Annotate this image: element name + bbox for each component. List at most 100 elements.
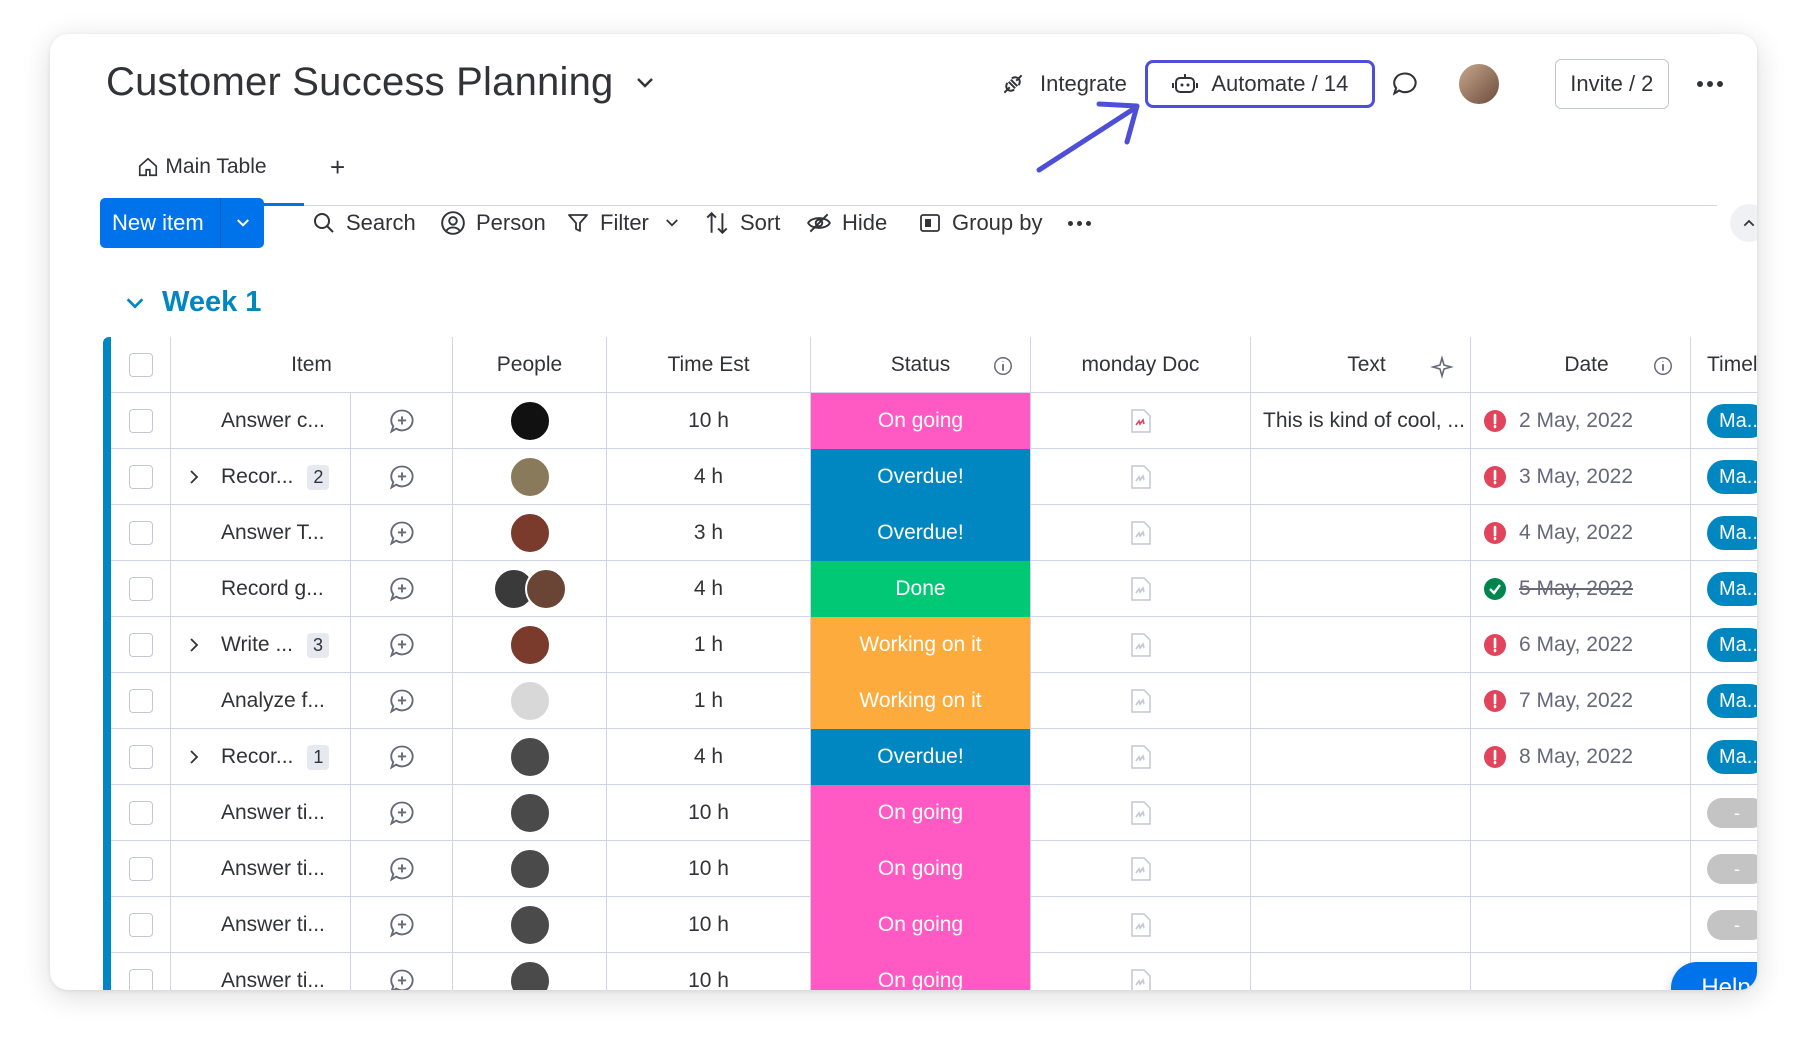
- column-header-item[interactable]: Item: [171, 337, 453, 393]
- text-cell[interactable]: [1251, 729, 1471, 785]
- filter-button[interactable]: Filter: [566, 198, 691, 248]
- date-cell[interactable]: 6 May, 2022: [1471, 617, 1691, 673]
- timeline-empty-pill[interactable]: -: [1707, 854, 1757, 884]
- table-row[interactable]: Record g... 4 h Done 5 May, 2022 Ma..: [111, 561, 1757, 617]
- column-header-time[interactable]: Time Est: [607, 337, 811, 393]
- doc-cell[interactable]: [1031, 561, 1251, 617]
- item-name-cell[interactable]: Write ... 3: [171, 617, 351, 673]
- text-cell[interactable]: [1251, 505, 1471, 561]
- timeline-cell[interactable]: Ma..: [1691, 449, 1757, 505]
- subitem-count-badge[interactable]: 3: [306, 632, 329, 658]
- row-checkbox[interactable]: [111, 841, 171, 897]
- column-header-status[interactable]: Status: [811, 337, 1031, 393]
- table-row[interactable]: Recor... 2 4 h Overdue! 3 May, 2022 Ma..: [111, 449, 1757, 505]
- chevron-down-icon[interactable]: [124, 292, 146, 314]
- timeline-pill[interactable]: Ma..: [1707, 404, 1757, 438]
- item-name-cell[interactable]: Answer ti...: [171, 897, 351, 953]
- invite-button[interactable]: Invite / 2: [1554, 59, 1669, 109]
- timeline-empty-pill[interactable]: -: [1707, 910, 1757, 940]
- new-item-button[interactable]: New item: [100, 198, 264, 248]
- timeline-cell[interactable]: Ma..: [1691, 673, 1757, 729]
- date-cell[interactable]: 3 May, 2022: [1471, 449, 1691, 505]
- item-name-cell[interactable]: Answer ti...: [171, 785, 351, 841]
- doc-cell[interactable]: [1031, 673, 1251, 729]
- status-cell[interactable]: Overdue!: [811, 729, 1031, 785]
- chevron-right-icon[interactable]: [185, 747, 203, 767]
- time-estimate-cell[interactable]: 10 h: [607, 953, 811, 990]
- people-cell[interactable]: [453, 897, 607, 953]
- date-cell[interactable]: 5 May, 2022: [1471, 561, 1691, 617]
- time-estimate-cell[interactable]: 4 h: [607, 729, 811, 785]
- date-cell[interactable]: 2 May, 2022: [1471, 393, 1691, 449]
- add-view-button[interactable]: +: [330, 152, 345, 183]
- item-name-cell[interactable]: Record g...: [171, 561, 351, 617]
- doc-cell[interactable]: [1031, 953, 1251, 990]
- timeline-cell[interactable]: Ma..: [1691, 617, 1757, 673]
- add-update-button[interactable]: [351, 953, 453, 990]
- status-cell[interactable]: On going: [811, 841, 1031, 897]
- time-estimate-cell[interactable]: 1 h: [607, 617, 811, 673]
- toolbar-more-icon[interactable]: [1068, 198, 1091, 248]
- timeline-cell[interactable]: -: [1691, 897, 1757, 953]
- subitem-count-badge[interactable]: 2: [307, 464, 330, 490]
- table-row[interactable]: Write ... 3 1 h Working on it 6 May, 2022…: [111, 617, 1757, 673]
- date-cell[interactable]: [1471, 841, 1691, 897]
- add-update-button[interactable]: [351, 841, 453, 897]
- item-name[interactable]: Answer ti...: [221, 857, 325, 881]
- status-cell[interactable]: Overdue!: [811, 505, 1031, 561]
- avatar[interactable]: [508, 848, 551, 890]
- doc-cell[interactable]: [1031, 617, 1251, 673]
- text-cell[interactable]: [1251, 561, 1471, 617]
- status-cell[interactable]: Done: [811, 561, 1031, 617]
- people-cell[interactable]: [453, 449, 607, 505]
- avatar[interactable]: [508, 680, 551, 722]
- timeline-pill[interactable]: Ma..: [1707, 572, 1757, 606]
- item-name[interactable]: Answer T...: [221, 521, 324, 545]
- people-cell[interactable]: [453, 841, 607, 897]
- timeline-empty-pill[interactable]: -: [1707, 798, 1757, 828]
- table-row[interactable]: Answer ti... 10 h On going: [111, 953, 1757, 990]
- column-header-text[interactable]: Text: [1251, 337, 1471, 393]
- date-cell[interactable]: [1471, 953, 1691, 990]
- date-cell[interactable]: [1471, 897, 1691, 953]
- row-checkbox[interactable]: [111, 505, 171, 561]
- date-cell[interactable]: 4 May, 2022: [1471, 505, 1691, 561]
- comment-icon[interactable]: [1391, 70, 1419, 98]
- table-row[interactable]: Answer ti... 10 h On going -: [111, 785, 1757, 841]
- timeline-cell[interactable]: -: [1691, 785, 1757, 841]
- sparkle-icon[interactable]: [1430, 355, 1454, 379]
- timeline-cell[interactable]: Ma..: [1691, 561, 1757, 617]
- time-estimate-cell[interactable]: 3 h: [607, 505, 811, 561]
- text-cell[interactable]: [1251, 673, 1471, 729]
- status-cell[interactable]: Working on it: [811, 673, 1031, 729]
- add-update-button[interactable]: [351, 673, 453, 729]
- item-name-cell[interactable]: Answer c...: [171, 393, 351, 449]
- timeline-pill[interactable]: Ma..: [1707, 628, 1757, 662]
- table-row[interactable]: Analyze f... 1 h Working on it 7 May, 20…: [111, 673, 1757, 729]
- timeline-cell[interactable]: Ma..: [1691, 393, 1757, 449]
- item-name[interactable]: Answer c...: [221, 409, 325, 433]
- avatar[interactable]: [508, 456, 551, 498]
- avatar[interactable]: [508, 792, 551, 834]
- chevron-right-icon[interactable]: [185, 467, 203, 487]
- item-name-cell[interactable]: Answer ti...: [171, 841, 351, 897]
- time-estimate-cell[interactable]: 10 h: [607, 841, 811, 897]
- row-checkbox[interactable]: [111, 617, 171, 673]
- status-cell[interactable]: Overdue!: [811, 449, 1031, 505]
- board-title[interactable]: Customer Success Planning: [106, 60, 657, 105]
- item-name[interactable]: Answer ti...: [221, 969, 325, 990]
- hide-button[interactable]: Hide: [806, 198, 887, 248]
- date-cell[interactable]: [1471, 785, 1691, 841]
- text-cell[interactable]: [1251, 897, 1471, 953]
- doc-cell[interactable]: [1031, 505, 1251, 561]
- time-estimate-cell[interactable]: 4 h: [607, 449, 811, 505]
- people-cell[interactable]: [453, 561, 607, 617]
- group-header[interactable]: Week 1: [124, 286, 261, 319]
- row-checkbox[interactable]: [111, 561, 171, 617]
- time-estimate-cell[interactable]: 10 h: [607, 897, 811, 953]
- more-options-icon[interactable]: [1696, 81, 1723, 87]
- date-cell[interactable]: 8 May, 2022: [1471, 729, 1691, 785]
- item-name-cell[interactable]: Recor... 1: [171, 729, 351, 785]
- timeline-pill[interactable]: Ma..: [1707, 740, 1757, 774]
- table-row[interactable]: Answer ti... 10 h On going -: [111, 841, 1757, 897]
